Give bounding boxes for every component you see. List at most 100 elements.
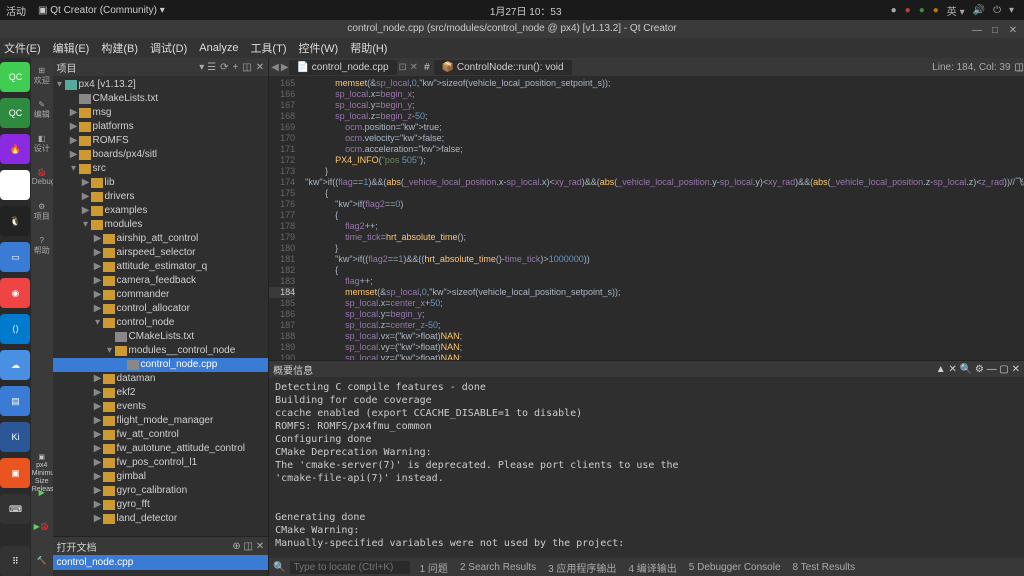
- power-icon[interactable]: ⏻: [993, 5, 1001, 16]
- tree-root[interactable]: ▾ px4 [v1.13.2]: [53, 78, 269, 92]
- menu-analyze[interactable]: Analyze: [199, 42, 238, 54]
- tray-icon[interactable]: ●: [919, 5, 925, 16]
- tree-item[interactable]: ▶ commander: [53, 288, 269, 302]
- open-doc-item[interactable]: control_node.cpp: [53, 555, 269, 570]
- activities-label[interactable]: 活动: [6, 3, 26, 18]
- mode-welcome[interactable]: ⊞欢迎: [32, 66, 52, 86]
- code-editor[interactable]: 1651661671681691701711721731741751761771…: [269, 76, 1024, 360]
- output-tools[interactable]: ▲ ✕ 🔍 ⚙ — ▢ ✕: [936, 364, 1020, 375]
- close-tab-icon[interactable]: ⊡ ✕: [399, 62, 419, 73]
- tree-item[interactable]: ▶ lib: [53, 176, 269, 190]
- tree-item[interactable]: ▶ fw_att_control: [53, 428, 269, 442]
- app-indicator[interactable]: ▣ Qt Creator (Community) ▾: [38, 5, 165, 16]
- tree-item[interactable]: ▶ platforms: [53, 120, 269, 134]
- tree-item[interactable]: ▶ examples: [53, 204, 269, 218]
- add-icon[interactable]: +: [232, 62, 238, 73]
- launcher-qtcreator-alt[interactable]: QC: [0, 98, 30, 128]
- menu-file[interactable]: 文件(E): [4, 40, 41, 56]
- clock[interactable]: 1月27日 10：53: [490, 3, 562, 18]
- nav-back-icon[interactable]: ◀: [271, 62, 279, 73]
- tree-item[interactable]: ▶ boards/px4/sitl: [53, 148, 269, 162]
- btm-appout[interactable]: 3 应用程序输出: [542, 560, 622, 575]
- launcher-app[interactable]: ▣: [0, 458, 30, 488]
- close-panel-icon[interactable]: ✕: [256, 62, 264, 73]
- mode-projects[interactable]: ⚙项目: [32, 202, 52, 222]
- menu-debug[interactable]: 调试(D): [150, 40, 187, 56]
- tree-item[interactable]: ▶ airspeed_selector: [53, 246, 269, 260]
- menu-edit[interactable]: 编辑(E): [53, 40, 90, 56]
- launcher-app[interactable]: ∞: [0, 170, 30, 200]
- launcher-app[interactable]: ☁: [0, 350, 30, 380]
- tree-item[interactable]: CMakeLists.txt: [53, 330, 269, 344]
- tree-item[interactable]: ▾ modules: [53, 218, 269, 232]
- run-button[interactable]: ▶: [32, 488, 52, 508]
- tree-item[interactable]: ▶ land_detector: [53, 512, 269, 526]
- tree-item[interactable]: ▶ ekf2: [53, 386, 269, 400]
- minimize-icon[interactable]: —: [972, 22, 982, 32]
- menu-build[interactable]: 构建(B): [101, 40, 138, 56]
- nav-fwd-icon[interactable]: ▶: [281, 62, 289, 73]
- launcher-vscode[interactable]: ⟨⟩: [0, 314, 30, 344]
- tree-item[interactable]: ▶ ROMFS: [53, 134, 269, 148]
- tree-item[interactable]: ▶ gimbal: [53, 470, 269, 484]
- split-icon[interactable]: ◫: [1015, 62, 1024, 73]
- tree-item[interactable]: ▶ fw_autotune_attitude_control: [53, 442, 269, 456]
- close-panel-icon[interactable]: ⊕ ◫ ✕: [232, 541, 264, 552]
- launcher-app[interactable]: ▤: [0, 386, 30, 416]
- menu-help[interactable]: 帮助(H): [350, 40, 387, 56]
- launcher-qq[interactable]: 🐧: [0, 206, 30, 236]
- launcher-kicad[interactable]: Ki: [0, 422, 30, 452]
- filter-icon[interactable]: ▾ ☰: [199, 62, 216, 73]
- launcher-terminal[interactable]: ⌨: [0, 494, 30, 524]
- kit-selector[interactable]: ▣px4Minimum Size Release: [32, 454, 52, 474]
- tray-icon[interactable]: ●: [933, 5, 939, 16]
- lang-indicator[interactable]: 英 ▾: [947, 3, 965, 18]
- volume-icon[interactable]: 🔊: [973, 5, 985, 16]
- tree-item[interactable]: ▶ drivers: [53, 190, 269, 204]
- tree-item[interactable]: ▾ modules__control_node: [53, 344, 269, 358]
- tree-item[interactable]: ▶ control_allocator: [53, 302, 269, 316]
- close-icon[interactable]: ✕: [1008, 22, 1018, 32]
- btm-tests[interactable]: 8 Test Results: [787, 562, 862, 573]
- tree-item[interactable]: CMakeLists.txt: [53, 92, 269, 106]
- tray-icon[interactable]: ●: [905, 5, 911, 16]
- debug-run-button[interactable]: ▶🐞: [32, 522, 52, 542]
- launcher-app[interactable]: ◉: [0, 278, 30, 308]
- mode-help[interactable]: ?帮助: [32, 236, 52, 256]
- locator-input[interactable]: [290, 561, 410, 574]
- launcher-app[interactable]: 🔥: [0, 134, 30, 164]
- launcher-qtcreator[interactable]: QC: [0, 62, 30, 92]
- project-tree[interactable]: ▾ px4 [v1.13.2] CMakeLists.txt▶ msg▶ pla…: [53, 76, 269, 536]
- tree-item[interactable]: ▶ msg: [53, 106, 269, 120]
- build-button[interactable]: 🔨: [32, 556, 52, 576]
- tree-item[interactable]: ▶ fw_pos_control_l1: [53, 456, 269, 470]
- tree-item[interactable]: ▶ gyro_fft: [53, 498, 269, 512]
- tree-item[interactable]: ▶ attitude_estimator_q: [53, 260, 269, 274]
- btm-search[interactable]: 2 Search Results: [454, 562, 542, 573]
- file-tab[interactable]: 📄 control_node.cpp: [289, 60, 397, 75]
- cursor-position[interactable]: Line: 184, Col: 39: [928, 62, 1014, 73]
- menu-widgets[interactable]: 控件(W): [298, 40, 338, 56]
- mode-design[interactable]: ◧设计: [32, 134, 52, 154]
- sync-icon[interactable]: ⟳: [220, 62, 228, 73]
- maximize-icon[interactable]: □: [990, 22, 1000, 32]
- tree-item[interactable]: ▶ airship_att_control: [53, 232, 269, 246]
- tree-item[interactable]: ▾ control_node: [53, 316, 269, 330]
- tray-icon[interactable]: ●: [891, 5, 897, 16]
- symbol-selector[interactable]: 📦 ControlNode::run(): void: [434, 60, 572, 75]
- tree-item[interactable]: ▶ dataman: [53, 372, 269, 386]
- tree-item[interactable]: ▶ events: [53, 400, 269, 414]
- output-text[interactable]: Detecting C compile features - doneBuild…: [269, 377, 1024, 558]
- tree-item[interactable]: control_node.cpp: [53, 358, 269, 372]
- tree-item[interactable]: ▶ camera_feedback: [53, 274, 269, 288]
- split-icon[interactable]: ◫: [242, 62, 251, 73]
- tree-item[interactable]: ▶ gyro_calibration: [53, 484, 269, 498]
- btm-debugger[interactable]: 5 Debugger Console: [683, 562, 787, 573]
- system-menu[interactable]: ▾: [1009, 5, 1014, 16]
- mode-edit[interactable]: ✎编辑: [32, 100, 52, 120]
- btm-issues[interactable]: 1 问题: [414, 560, 454, 575]
- launcher-apps-grid[interactable]: ⠿: [0, 546, 30, 576]
- tree-item[interactable]: ▶ flight_mode_manager: [53, 414, 269, 428]
- tree-item[interactable]: ▾ src: [53, 162, 269, 176]
- menu-tools[interactable]: 工具(T): [250, 40, 286, 56]
